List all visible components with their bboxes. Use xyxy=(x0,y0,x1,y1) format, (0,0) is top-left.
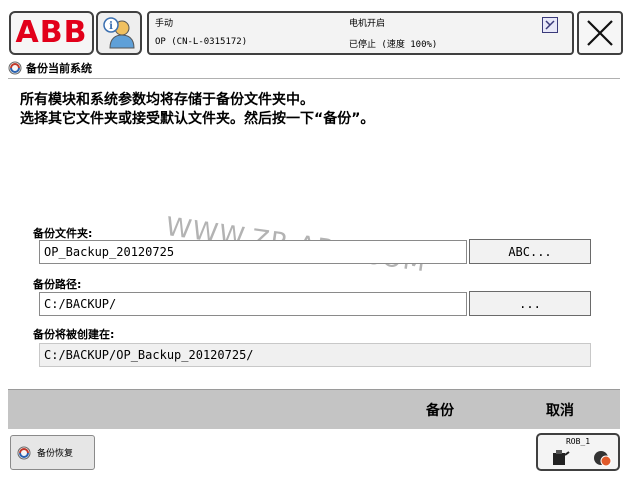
created-at-label: 备份将被创建在: xyxy=(33,328,115,341)
browse-path-button[interactable]: ... xyxy=(469,291,591,316)
user-info-button[interactable]: i xyxy=(96,11,142,55)
robot-unit-label: ROB_1 xyxy=(565,437,591,446)
action-bar: 备份 取消 xyxy=(8,389,620,429)
operating-mode: 手动 xyxy=(155,19,174,29)
instructions: 所有模块和系统参数均将存储于备份文件夹中。 选择其它文件夹或接受默认文件夹。然后… xyxy=(20,91,374,129)
quickset-robot-button[interactable]: ROB_1 xyxy=(536,433,620,471)
backup-restore-icon xyxy=(17,446,31,459)
event-log-icon[interactable] xyxy=(542,17,558,33)
speed-stop-icon xyxy=(594,451,612,467)
top-status-bar: ABB i 手动 OP (CN-L-0315172) 电机开启 已停止 (速度 … xyxy=(0,0,628,58)
window-title: 备份当前系统 xyxy=(8,60,92,76)
svg-text:i: i xyxy=(109,21,113,32)
backup-folder-label: 备份文件夹: xyxy=(33,227,93,240)
backup-button[interactable]: 备份 xyxy=(388,390,492,430)
backup-path-label: 备份路径: xyxy=(33,278,82,291)
status-panel[interactable]: 手动 OP (CN-L-0315172) 电机开启 已停止 (速度 100%) xyxy=(147,11,574,55)
close-icon xyxy=(587,20,613,46)
mechanical-unit-icon xyxy=(553,450,570,465)
close-button[interactable] xyxy=(577,11,623,55)
instruction-line-2: 选择其它文件夹或接受默认文件夹。然后按一下“备份”。 xyxy=(20,111,375,127)
taskbar-item-label: 备份恢复 xyxy=(37,449,74,459)
backup-folder-field[interactable]: OP_Backup_20120725 xyxy=(39,240,467,264)
backup-restore-icon xyxy=(8,61,22,75)
motor-status: 电机开启 xyxy=(349,19,386,29)
taskbar: 备份恢复 ROB_1 xyxy=(0,429,628,477)
abb-logo-text: ABB xyxy=(15,15,88,50)
user-info-icon: i xyxy=(103,17,135,49)
edit-folder-name-button[interactable]: ABC... xyxy=(469,239,591,264)
taskbar-item-backup-restore[interactable]: 备份恢复 xyxy=(10,435,95,470)
controller-name: OP (CN-L-0315172) xyxy=(155,37,248,47)
program-state: 已停止 (速度 100%) xyxy=(349,40,438,50)
window-title-text: 备份当前系统 xyxy=(26,62,92,75)
instruction-line-1: 所有模块和系统参数均将存储于备份文件夹中。 xyxy=(20,92,314,108)
abb-logo[interactable]: ABB xyxy=(9,11,94,55)
cancel-button[interactable]: 取消 xyxy=(508,390,612,430)
created-at-field: C:/BACKUP/OP_Backup_20120725/ xyxy=(39,343,591,367)
backup-path-field[interactable]: C:/BACKUP/ xyxy=(39,292,467,316)
